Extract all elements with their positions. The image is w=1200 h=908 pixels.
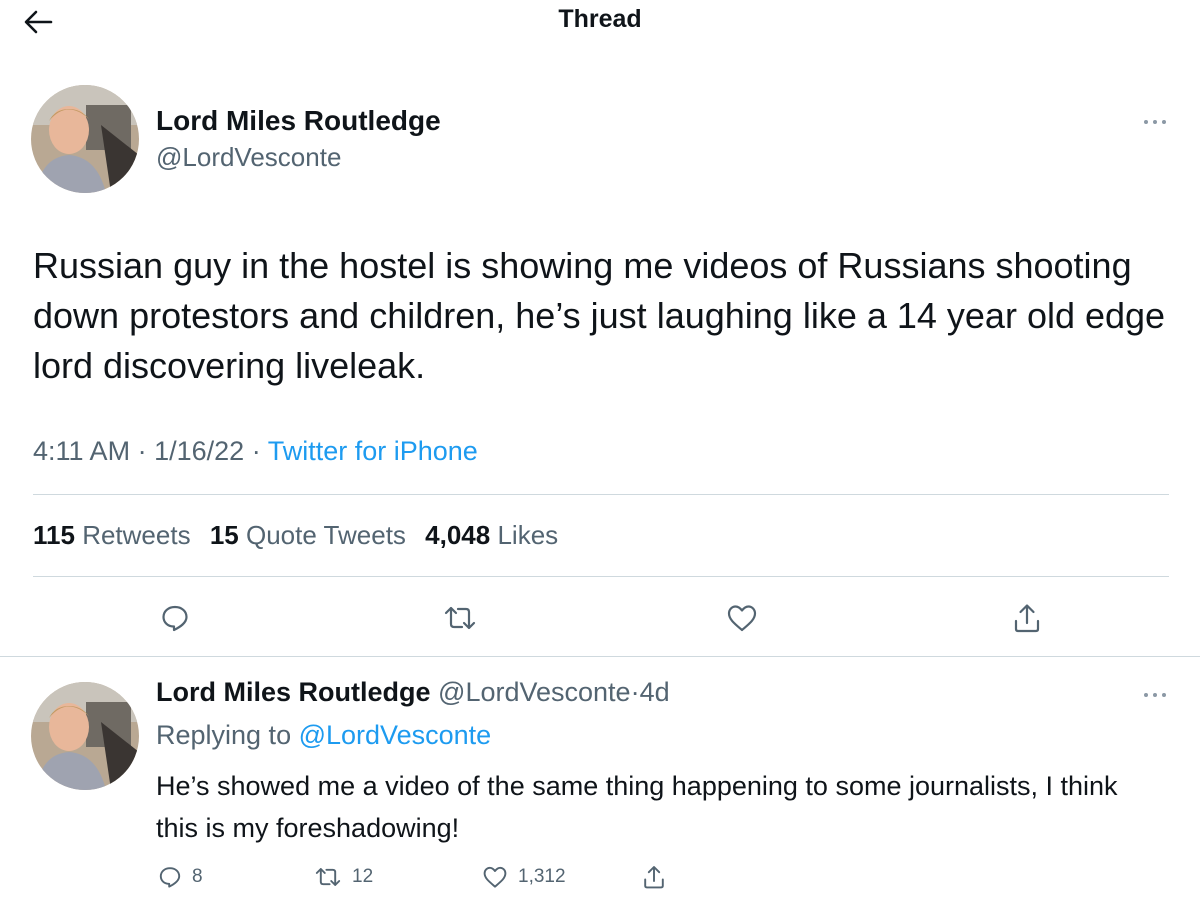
like-count: 1,312 [518,866,566,887]
share-button[interactable] [642,860,676,894]
author-handle[interactable]: @LordVesconte [438,677,631,707]
replying-to: Replying to @LordVesconte [156,720,491,751]
likes-label: Likes [497,520,559,550]
like-button[interactable] [722,598,762,638]
replying-label: Replying to [156,720,292,750]
heart-icon [727,605,757,632]
author-name[interactable]: Lord Miles Routledge [156,105,441,137]
reply-button[interactable] [155,598,195,638]
top-bar: Thread [0,0,1200,50]
tweet-time[interactable]: 4:11 AM [33,436,130,466]
tweet-source-link[interactable]: Twitter for iPhone [268,436,478,466]
retweet-icon [315,868,341,886]
separator: · [137,436,147,466]
retweets-count: 115 [33,520,75,550]
tweet-stats: 115 Retweets 15 Quote Tweets 4,048 Likes [33,520,570,551]
reply-icon [162,605,188,632]
author-handle[interactable]: @LordVesconte [156,142,341,173]
retweet-icon [444,606,476,630]
avatar[interactable] [31,85,139,193]
quote-tweets-stat[interactable]: 15 Quote Tweets [210,520,406,550]
more-options-button[interactable] [1140,112,1170,132]
profile-photo [31,85,139,193]
retweet-button[interactable]: 12 [314,860,373,894]
share-button[interactable] [1007,598,1047,638]
divider [0,656,1200,657]
profile-photo [31,682,139,790]
likes-stat[interactable]: 4,048 Likes [425,520,558,550]
tweet-text: Russian guy in the hostel is showing me … [33,245,1166,386]
separator: · [630,677,640,707]
like-button[interactable]: 1,312 [482,860,566,894]
retweet-button[interactable] [440,598,480,638]
retweet-count: 12 [352,866,374,887]
divider [33,494,1169,495]
share-icon [1014,604,1040,633]
tweet-meta: 4:11 AM · 1/16/22 · Twitter for iPhone [33,436,478,467]
author-name[interactable]: Lord Miles Routledge [156,677,431,707]
avatar[interactable] [31,682,139,790]
page-title: Thread [558,5,642,33]
reply-header: Lord Miles Routledge @LordVesconte·4d [156,677,670,708]
reply-button[interactable]: 8 [158,860,203,894]
separator: · [251,436,261,466]
retweets-stat[interactable]: 115 Retweets [33,520,191,550]
share-icon [644,866,664,889]
tweet-age[interactable]: 4d [640,677,670,707]
likes-count: 4,048 [425,520,491,550]
divider [33,576,1169,577]
more-options-button[interactable] [1140,685,1170,705]
quote-tweets-label: Quote Tweets [245,520,406,550]
reply-count: 8 [192,866,203,887]
retweets-label: Retweets [82,520,191,550]
more-dots-icon [1144,120,1166,124]
reply-text: He’s showed me a video of the same thing… [156,771,1118,843]
more-dots-icon [1144,693,1166,697]
heart-icon [483,866,507,888]
tweet-date[interactable]: 1/16/22 [154,436,244,466]
reply-icon [159,867,181,888]
quote-tweets-count: 15 [209,520,239,550]
mention-link[interactable]: @LordVesconte [299,720,492,750]
